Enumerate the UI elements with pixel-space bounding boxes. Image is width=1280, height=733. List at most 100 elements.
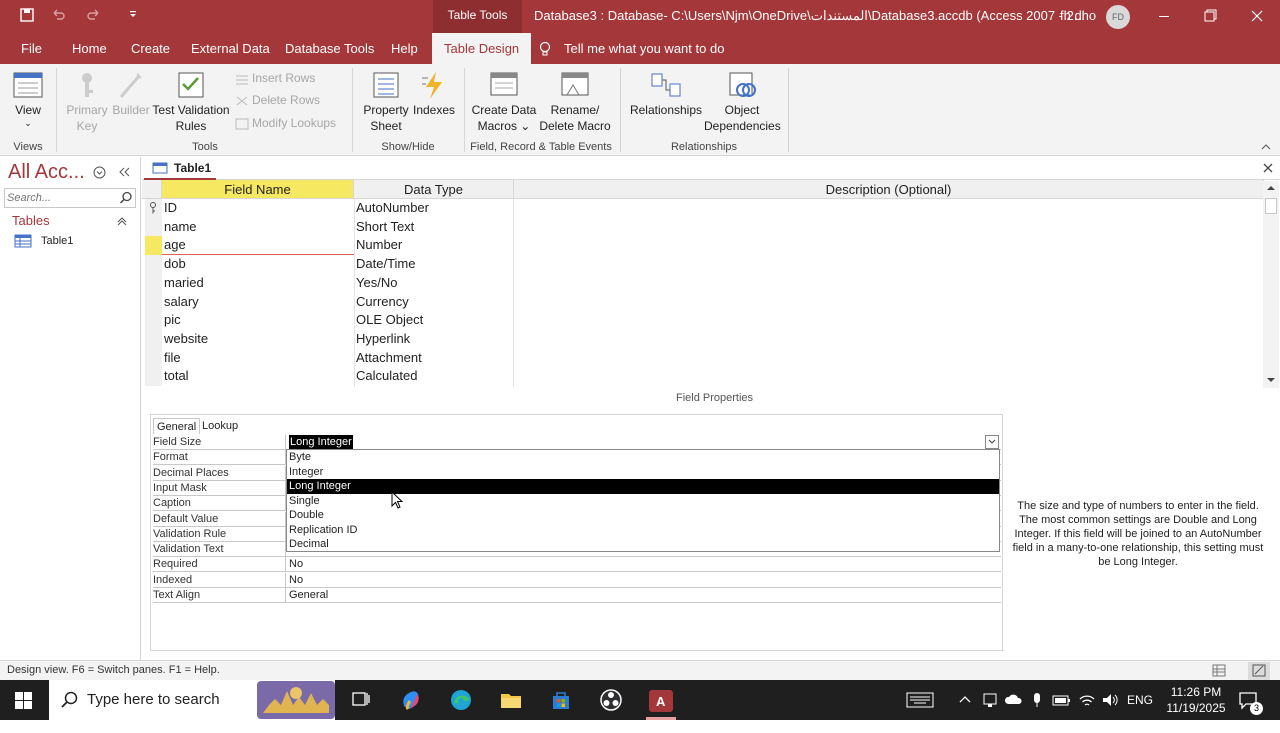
collapse-nav-icon[interactable] — [118, 166, 130, 178]
obs-studio-icon[interactable] — [599, 688, 623, 712]
tab-table-design[interactable]: Table Design — [432, 33, 532, 64]
tab-create[interactable]: Create — [131, 33, 170, 64]
keyboard-icon[interactable] — [906, 692, 934, 732]
dropdown-option[interactable]: Decimal — [287, 537, 999, 552]
data-type-cell[interactable]: Currency — [356, 293, 409, 311]
windows-start-icon[interactable] — [15, 692, 33, 710]
redo-icon[interactable] — [86, 8, 102, 22]
rename-delete-macro-button[interactable]: Rename/ Delete Macro — [538, 70, 612, 134]
device-icon[interactable] — [982, 692, 998, 732]
file-explorer-icon[interactable] — [499, 688, 523, 712]
onedrive-icon[interactable] — [1004, 692, 1024, 732]
tab-home[interactable]: Home — [72, 33, 107, 64]
scroll-up-icon[interactable] — [1266, 183, 1276, 193]
grid-row[interactable]: pic OLE Object — [142, 311, 1264, 331]
tab-database-tools[interactable]: Database Tools — [285, 33, 374, 64]
field-name-cell[interactable]: total — [164, 367, 189, 385]
property-value[interactable]: No — [289, 557, 303, 571]
avatar[interactable]: FD — [1106, 5, 1130, 29]
view-button[interactable]: View ⌄ — [6, 70, 50, 128]
tab-table1[interactable]: Table1 — [144, 157, 216, 180]
data-type-cell[interactable]: Attachment — [356, 349, 422, 367]
show-hidden-icons-icon[interactable] — [958, 693, 972, 733]
edge-browser-icon[interactable] — [449, 688, 473, 712]
field-name-cell[interactable]: age — [164, 236, 186, 254]
dropdown-option[interactable]: Integer — [287, 465, 999, 480]
header-field-name[interactable]: Field Name — [162, 180, 354, 199]
primary-key-button[interactable]: Primary Key — [64, 70, 110, 134]
grid-row[interactable]: website Hyperlink — [142, 329, 1264, 349]
row-selector[interactable] — [145, 273, 162, 293]
grid-row[interactable]: dob Date/Time — [142, 255, 1264, 275]
data-type-cell[interactable]: Short Text — [356, 218, 414, 236]
tab-file[interactable]: File — [21, 33, 42, 64]
user-name[interactable]: fh dho — [1060, 8, 1096, 23]
volume-icon[interactable] — [1101, 692, 1119, 732]
property-value[interactable]: No — [289, 573, 303, 587]
nav-category-tables[interactable]: Tables — [12, 213, 50, 228]
data-type-cell[interactable]: Yes/No — [356, 274, 397, 292]
test-validation-button[interactable]: Test Validation Rules — [152, 70, 230, 134]
row-selector[interactable] — [145, 255, 162, 275]
grid-row[interactable]: salary Currency — [142, 292, 1264, 312]
grid-scrollbar[interactable] — [1263, 181, 1279, 388]
tab-external-data[interactable]: External Data — [191, 33, 270, 64]
category-collapse-icon[interactable] — [117, 216, 127, 226]
clock[interactable]: 11:26 PM 11/19/2025 — [1160, 684, 1232, 724]
property-value[interactable]: General — [289, 588, 328, 602]
field-size-value[interactable]: Long Integer — [289, 435, 353, 449]
design-view-icon[interactable] — [1248, 662, 1270, 680]
field-name-cell[interactable]: name — [164, 218, 197, 236]
access-app-icon[interactable]: A — [648, 688, 674, 714]
microphone-icon[interactable] — [1030, 692, 1044, 732]
field-name-cell[interactable]: dob — [164, 255, 186, 273]
dropdown-option[interactable]: Byte — [287, 450, 999, 465]
minimize-button[interactable] — [1141, 0, 1187, 33]
grid-row-selected[interactable]: age Number — [142, 236, 1264, 256]
row-selector[interactable] — [145, 217, 162, 237]
field-name-cell[interactable]: file — [164, 349, 181, 367]
row-selector[interactable] — [145, 329, 162, 349]
delete-rows-button[interactable]: Delete Rows — [235, 93, 320, 107]
create-data-macros-button[interactable]: Create Data Macros ⌄ — [470, 70, 538, 134]
datasheet-view-icon[interactable] — [1212, 664, 1226, 677]
header-data-type[interactable]: Data Type — [354, 180, 514, 199]
search-icon[interactable] — [119, 191, 133, 205]
scroll-thumb[interactable] — [1265, 198, 1277, 214]
property-row[interactable]: Text Align General — [153, 588, 1001, 603]
row-selector[interactable] — [145, 311, 162, 331]
undo-icon[interactable] — [50, 8, 66, 22]
data-type-cell[interactable]: Number — [356, 236, 402, 254]
data-type-cell[interactable]: Hyperlink — [356, 330, 410, 348]
grid-row[interactable]: maried Yes/No — [142, 273, 1264, 293]
tab-help[interactable]: Help — [391, 33, 418, 64]
close-object-icon[interactable] — [1263, 163, 1273, 173]
copilot-icon[interactable] — [399, 688, 423, 712]
relationships-button[interactable]: Relationships — [628, 70, 704, 118]
field-name-cell[interactable]: salary — [164, 293, 199, 311]
data-type-cell[interactable]: AutoNumber — [356, 199, 429, 217]
insert-rows-button[interactable]: Insert Rows — [235, 71, 315, 85]
property-row[interactable]: Field Size Long Integer — [153, 435, 1001, 450]
collapse-ribbon-icon[interactable] — [1260, 142, 1272, 152]
dropdown-option[interactable]: Double — [287, 508, 999, 523]
grid-corner[interactable] — [142, 180, 162, 199]
language-indicator[interactable]: ENG — [1127, 680, 1153, 720]
nav-search-box[interactable] — [4, 188, 136, 208]
field-name-cell[interactable]: maried — [164, 274, 204, 292]
grid-row[interactable]: file Attachment — [142, 348, 1264, 368]
wifi-icon[interactable] — [1078, 692, 1096, 732]
builder-button[interactable]: Builder — [110, 70, 152, 118]
microsoft-store-icon[interactable] — [549, 688, 573, 712]
object-dependencies-button[interactable]: Object Dependencies — [704, 70, 781, 134]
dropdown-option[interactable]: Replication ID — [287, 523, 999, 538]
indexes-button[interactable]: Indexes — [412, 70, 456, 118]
battery-icon[interactable] — [1052, 692, 1072, 732]
nav-header[interactable]: All Acc... — [8, 161, 85, 184]
task-view-icon[interactable] — [350, 688, 372, 710]
nav-menu-icon[interactable] — [93, 166, 106, 179]
data-type-cell[interactable]: Calculated — [356, 367, 417, 385]
data-type-cell[interactable]: Date/Time — [356, 255, 415, 273]
nav-search-input[interactable] — [5, 189, 115, 207]
row-selector[interactable] — [145, 367, 162, 387]
